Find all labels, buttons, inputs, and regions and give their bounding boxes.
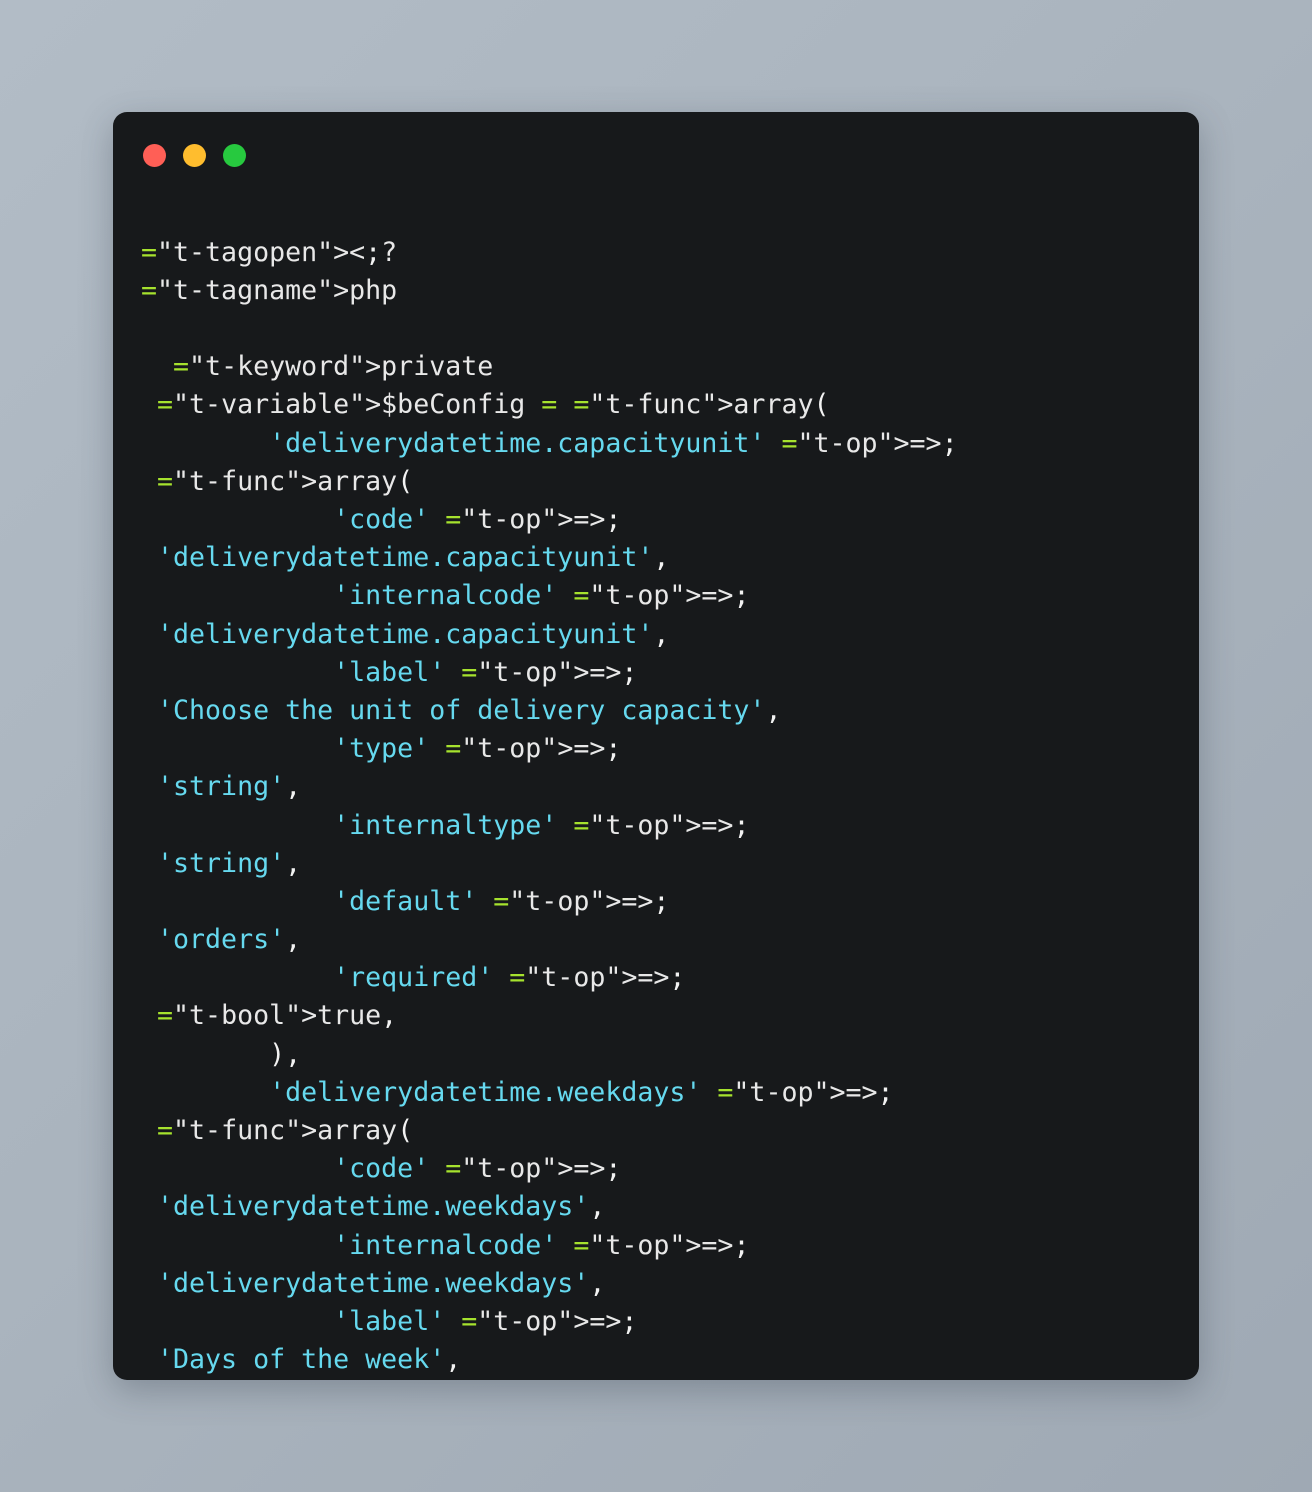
code-line: 'deliverydatetime.weekdays' ="t-op">=>; — [269, 1076, 894, 1108]
code-line: ="t-keyword">private — [173, 351, 494, 383]
close-icon[interactable] — [143, 144, 166, 167]
code-line: 'code' ="t-op">=>; — [333, 503, 622, 535]
code-line: ), — [269, 1038, 302, 1070]
code-window: ="t-tagopen"><;? ="t-tagname">php ="t-key… — [113, 112, 1199, 1380]
maximize-icon[interactable] — [223, 144, 246, 167]
code-line: 'internalcode' ="t-op">=>; — [333, 580, 750, 612]
code-line: 'required' ="t-op">=>; — [333, 962, 686, 994]
window-titlebar — [143, 144, 246, 167]
code-line: 'label' ="t-op">=>; — [333, 656, 638, 688]
screenshot-stage: ="t-tagopen"><;? ="t-tagname">php ="t-key… — [0, 0, 1312, 1492]
code-line: 'label' ="t-op">=>; — [333, 1306, 638, 1338]
code-line: 'type' ="t-op">=>; — [141, 1379, 1199, 1380]
code-line: ="t-tagopen"><;? — [141, 236, 398, 268]
code-line: 'code' ="t-op">=>; — [333, 1153, 622, 1185]
minimize-icon[interactable] — [183, 144, 206, 167]
code-line: 'type' ="t-op">=>; — [333, 733, 622, 765]
code-line: 'internalcode' ="t-op">=>; — [333, 1229, 750, 1261]
code-line: 'default' ="t-op">=>; — [333, 885, 670, 917]
code-editor[interactable]: ="t-tagopen"><;? ="t-tagname">php ="t-key… — [113, 234, 1199, 1380]
code-line: 'deliverydatetime.capacityunit' ="t-op">… — [269, 427, 958, 459]
code-line: 'internaltype' ="t-op">=>; — [333, 809, 750, 841]
